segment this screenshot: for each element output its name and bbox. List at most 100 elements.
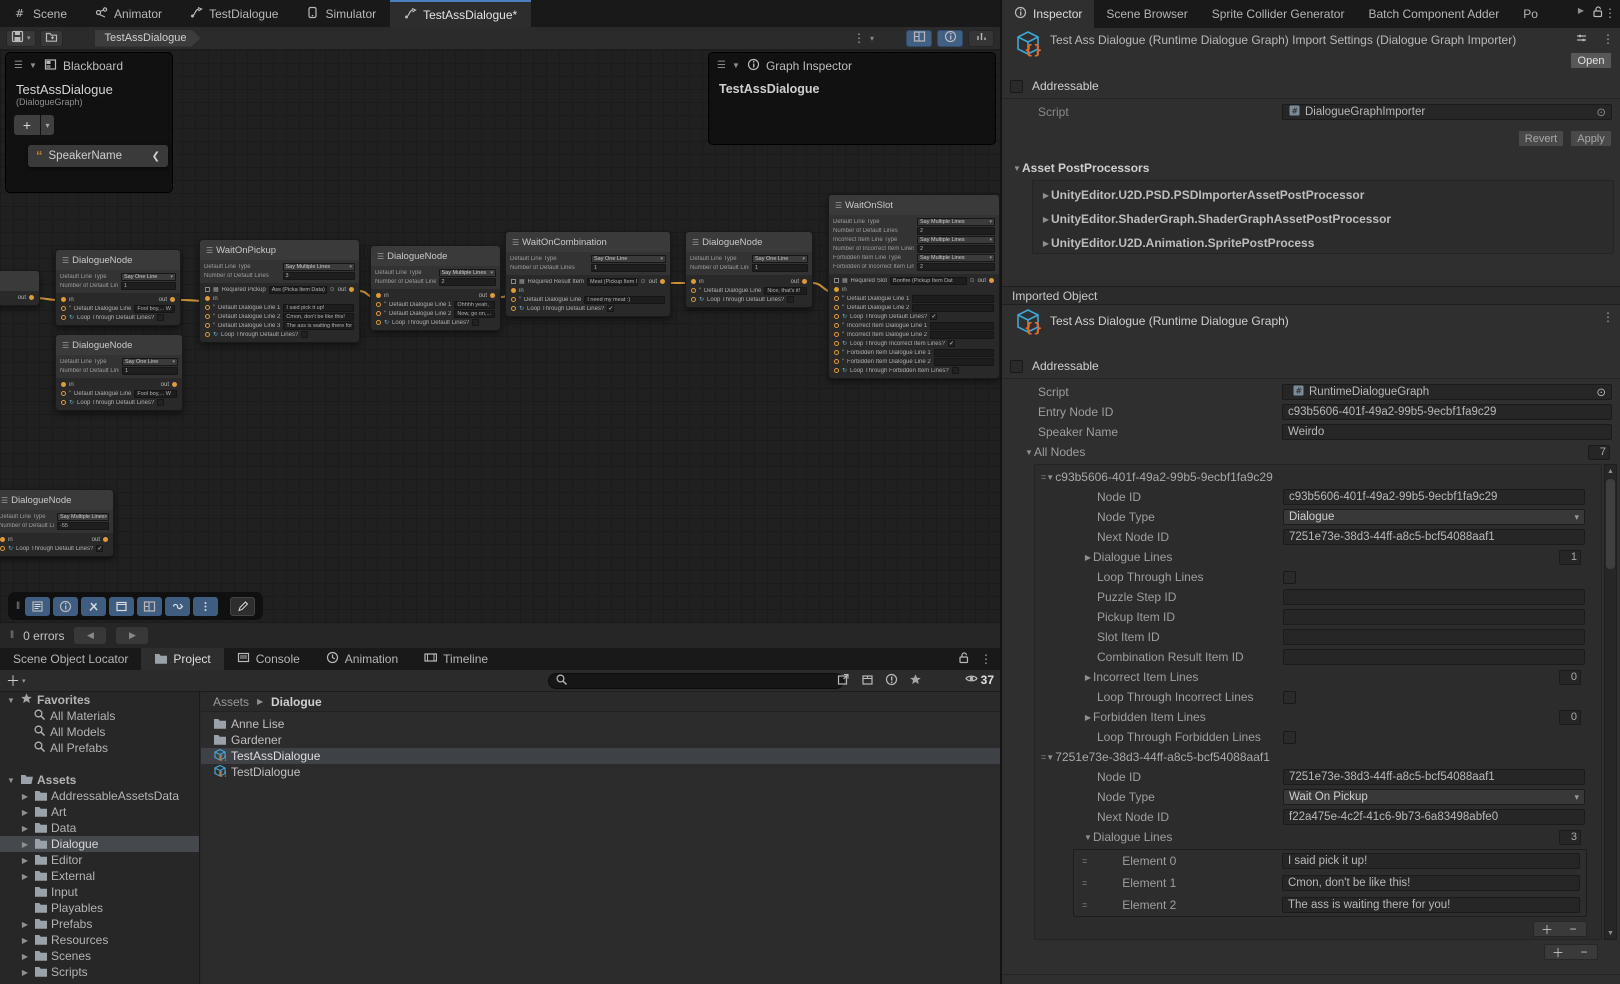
object-field[interactable]: Bonfire (Pickup Item Dat xyxy=(890,277,967,285)
node-menu-icon[interactable]: ☰ xyxy=(62,256,68,265)
loop-checkbox[interactable] xyxy=(787,296,794,303)
value-field[interactable]: c93b5606-401f-49a2-99b5-9ecbf1fa9c29 xyxy=(1282,404,1612,420)
line-field[interactable]: The ass is waiting there for y xyxy=(283,322,354,330)
tab-testdialogue[interactable]: TestDialogue xyxy=(176,0,292,27)
tab-testassdialogue[interactable]: TestAssDialogue* xyxy=(390,0,531,27)
dialogue-node[interactable]: ☰DialogueNodeDefault Line TypeSay One Li… xyxy=(55,249,181,326)
line-port[interactable] xyxy=(511,297,516,302)
prev-error-button[interactable]: ◀ xyxy=(74,627,106,644)
tab-po[interactable]: Po xyxy=(1511,0,1550,28)
tree-item-all-models[interactable]: All Models xyxy=(0,724,199,740)
node-title-bar[interactable]: ☰WaitOnCombination xyxy=(506,232,670,252)
tab-project[interactable]: Project xyxy=(141,648,223,670)
breadcrumb-assets[interactable]: Assets xyxy=(213,695,249,709)
foldout-arrow-icon[interactable]: ▼ xyxy=(1045,753,1055,762)
tree-item-resources[interactable]: ▶Resources xyxy=(0,932,199,948)
node-title-bar[interactable]: ☰WaitOnPickup xyxy=(200,240,359,260)
kebab-icon[interactable]: ⋮ xyxy=(980,652,992,666)
create-asset-caret[interactable]: ▾ xyxy=(22,677,26,685)
value-field[interactable]: 7251e73e-38d3-44ff-a8c5-bcf54088aaf1 xyxy=(1283,769,1585,785)
checkbox[interactable] xyxy=(1283,571,1296,584)
loop-checkbox[interactable]: ✓ xyxy=(607,305,614,312)
add-variable-caret[interactable]: ▾ xyxy=(41,115,54,135)
graph-toolbar-grid-button[interactable] xyxy=(137,597,162,616)
prop-dropdown[interactable]: Say Multiple Lines▾ xyxy=(917,236,995,244)
line-port[interactable] xyxy=(376,302,381,307)
tab-simulator[interactable]: Simulator xyxy=(292,0,390,27)
graph-inspector-panel[interactable]: ☰ ▼ Graph Inspector TestAssDialogue xyxy=(708,52,996,145)
kebab-icon[interactable]: ⋮ xyxy=(1604,6,1616,20)
tab-console[interactable]: Console xyxy=(224,648,313,670)
tree-item-input[interactable]: Input xyxy=(0,884,199,900)
out-port[interactable] xyxy=(349,287,354,292)
foldout-arrow-icon[interactable]: ▼ xyxy=(1045,473,1055,482)
loop-checkbox[interactable] xyxy=(472,319,479,326)
loop-checkbox[interactable]: ✓ xyxy=(96,545,103,552)
loop-checkbox[interactable]: ✓ xyxy=(930,313,937,320)
check-port[interactable] xyxy=(834,341,839,346)
tab-animation[interactable]: Animation xyxy=(313,648,411,670)
object-field[interactable]: Meat (Pickup Item Data) xyxy=(587,278,638,286)
line-port[interactable] xyxy=(834,296,839,301)
toggle-graph-inspector-button[interactable] xyxy=(937,30,963,47)
line-field[interactable]: Now, go on,... xyxy=(454,310,495,318)
node-title-bar[interactable]: ☰DialogueNode xyxy=(686,232,812,252)
lock-icon[interactable] xyxy=(957,651,970,667)
line-port[interactable] xyxy=(834,323,839,328)
foldout-arrow-icon[interactable]: ▼ xyxy=(1024,448,1034,457)
hidden-packages-button[interactable] xyxy=(882,673,900,689)
check-port[interactable] xyxy=(205,332,210,337)
prop-dropdown[interactable]: Say Multiple Lines▾ xyxy=(439,269,497,277)
search-by-type-button[interactable] xyxy=(834,673,852,689)
line-port[interactable] xyxy=(205,314,210,319)
node-menu-icon[interactable]: ☰ xyxy=(512,238,518,247)
line-port[interactable] xyxy=(205,305,210,310)
create-asset-button[interactable]: ＋ xyxy=(6,671,20,691)
prop-field[interactable]: 2 xyxy=(439,278,497,286)
dropdown-field[interactable]: Wait On Pickup▾ xyxy=(1283,789,1585,805)
foldout-arrow-icon[interactable]: ▶ xyxy=(20,872,30,881)
next-error-button[interactable]: ▶ xyxy=(116,627,148,644)
prop-dropdown[interactable]: Say One Line▾ xyxy=(121,273,176,281)
collapse-icon[interactable]: ▼ xyxy=(28,61,38,70)
lock-icon[interactable] xyxy=(1591,5,1604,21)
expand-icon[interactable]: ❮ xyxy=(152,151,160,162)
project-item-anne-lise[interactable]: Anne Lise xyxy=(201,716,1000,732)
loop-checkbox[interactable] xyxy=(157,314,164,321)
apply-button[interactable]: Apply xyxy=(1570,130,1612,147)
foldout-arrow-icon[interactable]: ▶ xyxy=(1041,239,1051,248)
project-item-gardener[interactable]: Gardener xyxy=(201,732,1000,748)
prop-field[interactable]: 1 xyxy=(121,282,176,290)
out-port[interactable] xyxy=(103,537,108,542)
tree-item-data[interactable]: ▶Data xyxy=(0,820,199,836)
graph-toolbar-pen-button[interactable] xyxy=(230,597,255,616)
line-port[interactable] xyxy=(376,311,381,316)
drag-handle-icon[interactable]: ☰ xyxy=(14,60,22,71)
out-port[interactable] xyxy=(170,297,175,302)
node-menu-icon[interactable]: ☰ xyxy=(1,496,7,505)
checkbox[interactable] xyxy=(1283,691,1296,704)
required-toggle[interactable] xyxy=(205,287,210,292)
foldout-arrow-icon[interactable]: ▶ xyxy=(1083,553,1093,562)
project-item-testdialogue[interactable]: {}TestDialogue xyxy=(201,764,1000,780)
checkbox[interactable] xyxy=(1283,731,1296,744)
check-port[interactable] xyxy=(834,314,839,319)
value-field[interactable] xyxy=(1283,629,1585,645)
in-port[interactable] xyxy=(834,287,839,292)
line-field[interactable]: Fool boy,... W xyxy=(134,305,175,313)
line-field[interactable]: I said pick it up! xyxy=(283,304,354,312)
drag-handle-icon[interactable]: = xyxy=(1082,878,1086,888)
object-picker-icon[interactable]: ⊙ xyxy=(1596,385,1606,399)
node-title-bar[interactable]: ☰DialogueNode xyxy=(56,335,182,355)
out-port[interactable] xyxy=(172,382,177,387)
prop-field[interactable]: 1 xyxy=(122,367,178,375)
foldout-arrow-icon[interactable]: ▶ xyxy=(20,920,30,929)
foldout-arrow-icon[interactable]: ▶ xyxy=(20,792,30,801)
tab-batch-component-adder[interactable]: Batch Component Adder xyxy=(1356,0,1511,28)
object-picker-icon[interactable]: ⊙ xyxy=(641,278,646,285)
line-field[interactable]: Cmon, don't be like this! xyxy=(283,313,354,321)
out-port[interactable] xyxy=(660,279,665,284)
wait-on-slot-node[interactable]: ☰WaitOnSlotDefault Line TypeSay Multiple… xyxy=(828,194,1000,379)
scrollbar-thumb[interactable] xyxy=(1606,479,1615,569)
collapse-icon[interactable]: ▼ xyxy=(731,61,741,70)
